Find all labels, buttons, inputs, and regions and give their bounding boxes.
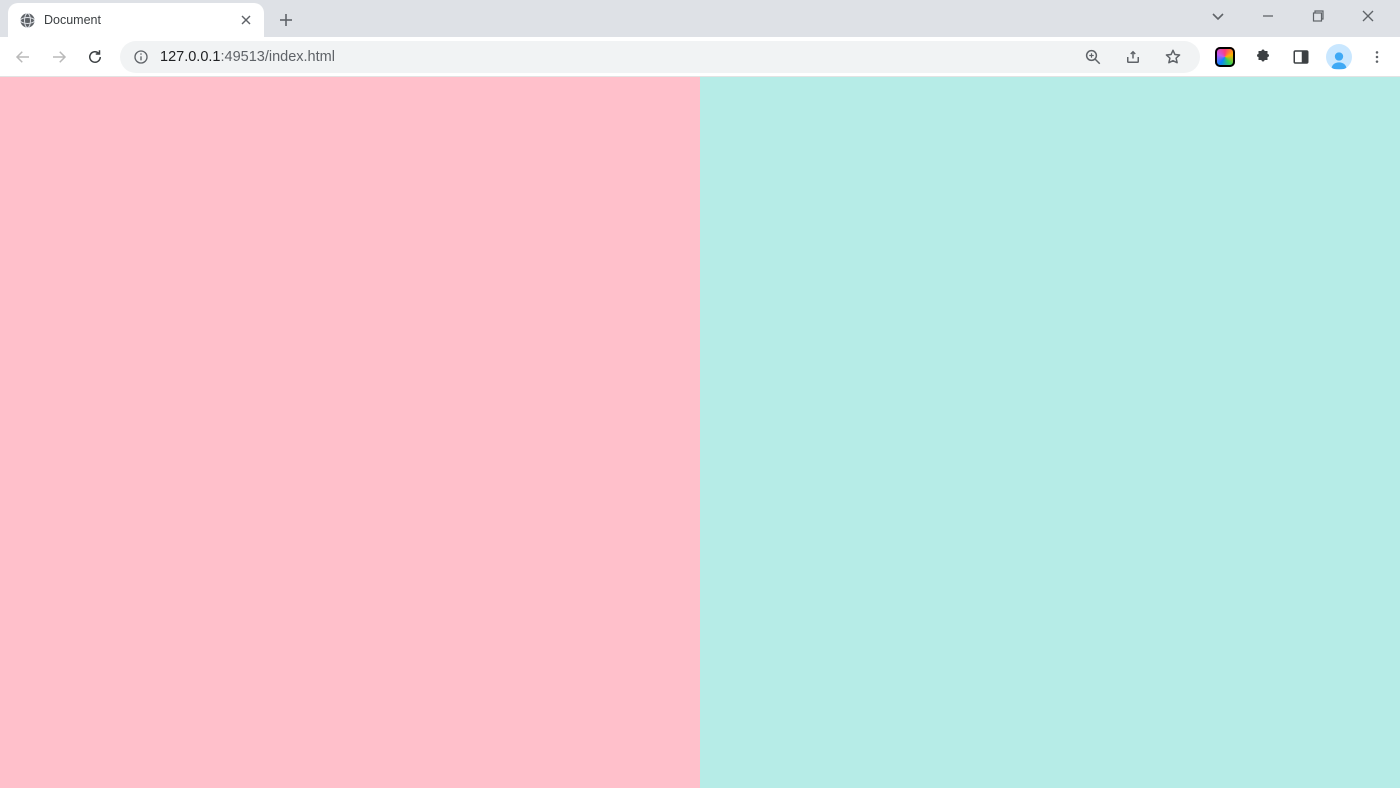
tab-close-button[interactable] <box>238 12 254 28</box>
url-host: 127.0.0.1 <box>160 49 220 65</box>
tab-title: Document <box>44 13 230 27</box>
info-icon <box>133 49 149 65</box>
puzzle-icon <box>1254 48 1272 66</box>
page-viewport <box>0 77 1400 788</box>
window-minimize-button[interactable] <box>1254 2 1282 30</box>
globe-icon <box>18 11 36 29</box>
avatar-icon <box>1326 44 1352 70</box>
close-icon <box>1362 10 1374 22</box>
reload-button[interactable] <box>80 42 110 72</box>
colorwheel-icon <box>1215 47 1235 67</box>
sidepanel-icon <box>1292 48 1310 66</box>
left-pane <box>0 77 700 788</box>
window-close-button[interactable] <box>1354 2 1382 30</box>
profile-button[interactable] <box>1324 42 1354 72</box>
window-maximize-button[interactable] <box>1304 2 1332 30</box>
arrow-right-icon <box>50 48 68 66</box>
back-button[interactable] <box>8 42 38 72</box>
side-panel-button[interactable] <box>1286 42 1316 72</box>
window-controls <box>1204 0 1396 32</box>
minimize-icon <box>1262 10 1274 22</box>
kebab-icon <box>1369 49 1385 65</box>
chrome-menu-button[interactable] <box>1362 42 1392 72</box>
url-path: :49513/index.html <box>220 49 334 65</box>
tab-search-button[interactable] <box>1204 2 1232 30</box>
extensions-button[interactable] <box>1248 42 1278 72</box>
share-button[interactable] <box>1118 42 1148 72</box>
forward-button[interactable] <box>44 42 74 72</box>
zoom-button[interactable] <box>1078 42 1108 72</box>
chevron-down-icon <box>1211 9 1225 23</box>
close-icon <box>241 15 251 25</box>
maximize-icon <box>1312 10 1324 22</box>
right-pane <box>700 77 1400 788</box>
omnibox-actions <box>1078 42 1188 72</box>
arrow-left-icon <box>14 48 32 66</box>
browser-toolbar: 127.0.0.1:49513/index.html <box>0 37 1400 77</box>
url-text: 127.0.0.1:49513/index.html <box>160 49 1068 65</box>
bookmark-button[interactable] <box>1158 42 1188 72</box>
plus-icon <box>279 13 293 27</box>
address-bar[interactable]: 127.0.0.1:49513/index.html <box>120 41 1200 73</box>
extension-colorful[interactable] <box>1210 42 1240 72</box>
site-info-button[interactable] <box>132 48 150 66</box>
browser-tab[interactable]: Document <box>8 3 264 37</box>
zoom-icon <box>1084 48 1102 66</box>
reload-icon <box>86 48 104 66</box>
tab-strip: Document <box>0 0 1400 37</box>
new-tab-button[interactable] <box>272 6 300 34</box>
star-icon <box>1164 48 1182 66</box>
share-icon <box>1124 48 1142 66</box>
toolbar-right <box>1210 42 1392 72</box>
